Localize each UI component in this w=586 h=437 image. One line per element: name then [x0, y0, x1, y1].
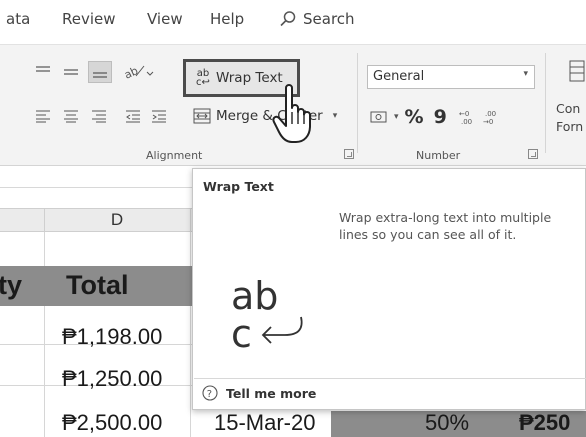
- align-bottom-icon[interactable]: [88, 61, 112, 83]
- wrap-text-illustration-icon: ab c: [231, 274, 303, 353]
- wrap-text-tooltip: Wrap Text Wrap extra-long text into mult…: [192, 168, 586, 410]
- align-left-icon[interactable]: [34, 107, 52, 125]
- grid-line: [190, 232, 191, 437]
- header-cell-total[interactable]: Total: [66, 270, 129, 301]
- number-group-label: Number: [416, 149, 461, 162]
- cell-percent-row3[interactable]: 50%: [425, 410, 469, 436]
- menu-help[interactable]: Help: [210, 10, 244, 28]
- art-text-bottom: c: [231, 312, 252, 353]
- number-format-select[interactable]: General ▾: [367, 65, 535, 89]
- percent-style-button[interactable]: %: [405, 106, 424, 128]
- cell-total-row1[interactable]: ₱1,198.00: [62, 324, 162, 350]
- tell-me-more-link[interactable]: ? Tell me more: [202, 385, 316, 401]
- tooltip-divider: [194, 378, 586, 379]
- column-header-d[interactable]: D: [44, 210, 190, 232]
- number-launcher-icon[interactable]: [528, 149, 538, 159]
- increase-indent-icon[interactable]: [150, 107, 168, 125]
- tooltip-description: Wrap extra-long text into multiple lines…: [339, 210, 552, 242]
- hand-cursor-icon: [272, 84, 311, 143]
- orientation-icon[interactable]: ab: [122, 61, 156, 81]
- tooltip-title: Wrap Text: [203, 179, 274, 194]
- search-icon: [280, 11, 296, 27]
- wrap-text-icon: ab c↩: [196, 68, 210, 88]
- group-separator: [545, 53, 546, 153]
- menu-review[interactable]: Review: [62, 10, 116, 28]
- conditional-formatting-icon[interactable]: [566, 59, 586, 83]
- merge-icon: [193, 108, 211, 124]
- align-middle-icon[interactable]: [62, 63, 80, 81]
- grid-line: [44, 232, 45, 437]
- cell-date-row3[interactable]: 15-Mar-20: [214, 410, 315, 436]
- merge-dropdown-icon[interactable]: ▾: [333, 111, 338, 121]
- cell-amount-row3[interactable]: ₱250: [519, 410, 570, 436]
- search-label: Search: [303, 10, 355, 28]
- menu-data[interactable]: ata: [6, 10, 30, 28]
- svg-text:→0: →0: [483, 118, 493, 125]
- number-format-value: General: [373, 69, 425, 84]
- comma-style-button[interactable]: 9: [434, 106, 447, 128]
- align-right-icon[interactable]: [90, 107, 108, 125]
- column-divider: [190, 209, 191, 231]
- alignment-launcher-icon[interactable]: [344, 149, 354, 159]
- search-box[interactable]: Search: [279, 10, 355, 28]
- menu-view[interactable]: View: [147, 10, 183, 28]
- align-top-icon[interactable]: [34, 63, 52, 81]
- alignment-group-label: Alignment: [146, 149, 203, 162]
- tell-me-more-label: Tell me more: [226, 385, 317, 401]
- excel-window: ata Review View Help Search ab ab c↩ Wra…: [0, 0, 586, 437]
- cell-total-row2[interactable]: ₱1,250.00: [62, 366, 162, 392]
- align-center-icon[interactable]: [62, 107, 80, 125]
- accounting-dropdown-icon[interactable]: ▾: [394, 112, 399, 122]
- conditional-line1: Con: [556, 101, 581, 116]
- increase-decimal-icon[interactable]: ←0.00: [459, 109, 479, 125]
- decrease-decimal-icon[interactable]: .00→0: [483, 109, 503, 125]
- conditional-line2: Forn: [556, 119, 584, 134]
- accounting-format-icon[interactable]: [370, 109, 392, 125]
- number-format-buttons: ▾ % 9 ←0.00 .00 →0: [370, 106, 503, 128]
- group-separator: [357, 53, 358, 153]
- help-icon: ?: [202, 385, 218, 401]
- svg-text:?: ?: [207, 389, 212, 400]
- chevron-down-icon: ▾: [523, 69, 528, 79]
- conditional-formatting-button[interactable]: Con Forn: [556, 100, 583, 136]
- header-cell-quantity[interactable]: ty: [0, 270, 22, 301]
- cell-total-row3[interactable]: ₱2,500.00: [62, 410, 162, 436]
- svg-text:.00: .00: [485, 110, 496, 118]
- svg-text:ab: ab: [122, 64, 140, 80]
- svg-text:←0: ←0: [459, 110, 469, 118]
- svg-text:.00: .00: [461, 118, 472, 125]
- decrease-indent-icon[interactable]: [124, 107, 142, 125]
- menu-bar: ata Review View Help Search: [0, 0, 586, 44]
